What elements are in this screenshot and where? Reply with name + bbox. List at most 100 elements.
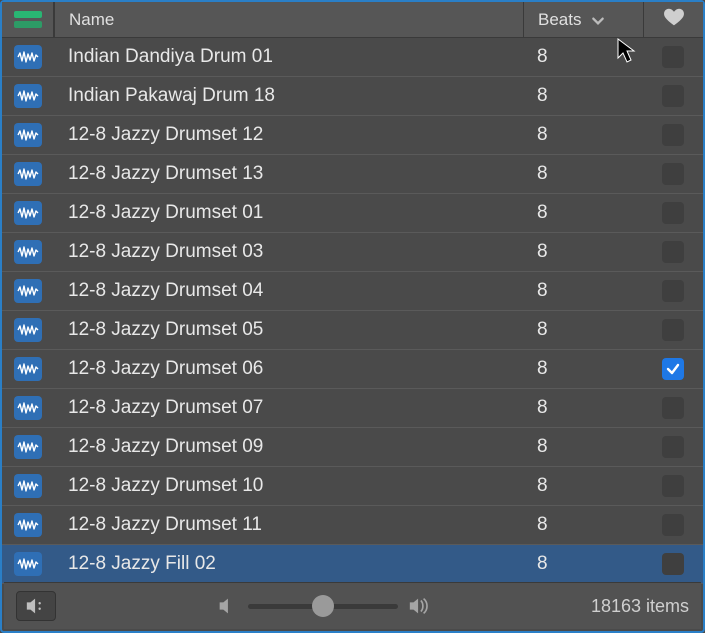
loop-type-cell: [2, 45, 54, 69]
favorite-checkbox[interactable]: [662, 436, 684, 458]
loop-name-label: 12-8 Jazzy Drumset 12: [68, 124, 263, 145]
favorite-cell: [643, 553, 703, 575]
loop-type-cell: [2, 279, 54, 303]
loop-beats-cell: 8: [523, 124, 643, 146]
column-header-name[interactable]: Name: [54, 2, 523, 37]
volume-slider[interactable]: [248, 604, 398, 609]
favorite-cell: [643, 124, 703, 146]
loop-beats-cell: 8: [523, 280, 643, 302]
table-row[interactable]: 12-8 Jazzy Fill 02 8: [2, 545, 703, 584]
table-row[interactable]: 12-8 Jazzy Drumset 038: [2, 233, 703, 272]
loop-beats-cell: 8: [523, 397, 643, 419]
volume-slider-thumb[interactable]: [312, 595, 334, 617]
loop-beats-cell: 8: [523, 436, 643, 458]
view-toggle-icon: [14, 11, 42, 29]
loop-beats-cell: 8: [523, 553, 643, 575]
loop-type-cell: [2, 513, 54, 537]
favorite-checkbox[interactable]: [662, 358, 684, 380]
table-row[interactable]: 12-8 Jazzy Drumset 04 8: [2, 272, 703, 311]
audio-loop-icon: [14, 201, 42, 225]
audio-loop-icon: [14, 240, 42, 264]
loop-name-cell: 12-8 Jazzy Drumset 03: [54, 241, 523, 263]
heart-icon: [663, 6, 685, 33]
favorite-cell: [643, 85, 703, 107]
table-row[interactable]: Indian Pakawaj Drum 18 8: [2, 77, 703, 116]
loop-name-label: Indian Dandiya Drum 01: [68, 46, 273, 67]
loop-type-cell: [2, 162, 54, 186]
favorite-checkbox[interactable]: [662, 85, 684, 107]
favorite-checkbox[interactable]: [662, 241, 684, 263]
table-row[interactable]: 12-8 Jazzy Drumset 13 8: [2, 155, 703, 194]
favorite-checkbox[interactable]: [662, 202, 684, 224]
column-header-favorite[interactable]: [643, 2, 703, 37]
loop-list[interactable]: Indian Dandiya Drum 018Indian Pakawaj Dr…: [2, 38, 703, 584]
table-row[interactable]: Indian Dandiya Drum 01 8: [2, 38, 703, 77]
loop-beats-label: 8: [537, 436, 548, 458]
favorite-checkbox[interactable]: [662, 163, 684, 185]
loop-beats-cell: 8: [523, 202, 643, 224]
loop-beats-label: 8: [537, 163, 548, 185]
loop-beats-label: 8: [537, 358, 548, 380]
footer-bar: 18163 items: [4, 582, 701, 629]
loop-name-label: 12-8 Jazzy Fill 02: [68, 553, 216, 574]
audio-loop-icon: [14, 357, 42, 381]
audio-loop-icon: [14, 552, 42, 576]
loop-beats-cell: 8: [523, 46, 643, 68]
table-row[interactable]: 12-8 Jazzy Drumset 09 8: [2, 428, 703, 467]
loop-name-label: 12-8 Jazzy Drumset 09: [68, 436, 263, 457]
loop-beats-label: 8: [537, 475, 548, 497]
loop-type-cell: [2, 435, 54, 459]
loop-name-cell: 12-8 Jazzy Drumset 10: [54, 475, 523, 497]
loop-beats-label: 8: [537, 46, 548, 68]
favorite-checkbox[interactable]: [662, 124, 684, 146]
loop-type-cell: [2, 474, 54, 498]
favorite-cell: [643, 475, 703, 497]
loop-name-cell: 12-8 Jazzy Drumset 05: [54, 319, 523, 341]
favorite-checkbox[interactable]: [662, 514, 684, 536]
column-header-beats[interactable]: Beats: [523, 2, 643, 37]
loop-name-cell: 12-8 Jazzy Drumset 01: [54, 202, 523, 224]
loop-beats-cell: 8: [523, 319, 643, 341]
table-row[interactable]: 12-8 Jazzy Drumset 10 8: [2, 467, 703, 506]
loop-name-cell: 12-8 Jazzy Drumset 13: [54, 163, 523, 185]
loop-name-cell: 12-8 Jazzy Drumset 09: [54, 436, 523, 458]
loop-name-label: Indian Pakawaj Drum 18: [68, 85, 275, 106]
loop-beats-cell: 8: [523, 163, 643, 185]
loop-beats-label: 8: [537, 280, 548, 302]
loop-name-cell: Indian Pakawaj Drum 18: [54, 85, 523, 107]
loop-name-label: 12-8 Jazzy Drumset 13: [68, 163, 263, 184]
loop-beats-label: 8: [537, 553, 548, 575]
favorite-cell: [643, 280, 703, 302]
table-row[interactable]: 12-8 Jazzy Drumset 018: [2, 194, 703, 233]
loop-name-label: 12-8 Jazzy Drumset 10: [68, 475, 263, 496]
loop-name-cell: Indian Dandiya Drum 01: [54, 46, 523, 68]
audio-loop-icon: [14, 318, 42, 342]
loop-beats-label: 8: [537, 124, 548, 146]
favorite-checkbox[interactable]: [662, 280, 684, 302]
favorite-cell: [643, 436, 703, 458]
table-row[interactable]: 12-8 Jazzy Drumset 058: [2, 311, 703, 350]
loop-type-cell: [2, 357, 54, 381]
table-row[interactable]: 12-8 Jazzy Drumset 078: [2, 389, 703, 428]
loop-name-cell: 12-8 Jazzy Drumset 04: [54, 280, 523, 302]
loop-beats-cell: 8: [523, 85, 643, 107]
favorite-checkbox[interactable]: [662, 475, 684, 497]
favorite-checkbox[interactable]: [662, 397, 684, 419]
favorite-checkbox[interactable]: [662, 553, 684, 575]
column-header-beats-label: Beats: [538, 10, 581, 30]
favorite-checkbox[interactable]: [662, 319, 684, 341]
loop-type-cell: [2, 201, 54, 225]
loop-type-cell: [2, 552, 54, 576]
speaker-high-icon: [408, 597, 430, 615]
table-row[interactable]: 12-8 Jazzy Drumset 068: [2, 350, 703, 389]
view-toggle-button[interactable]: [2, 2, 54, 37]
loop-type-cell: [2, 396, 54, 420]
preview-play-button[interactable]: [16, 591, 56, 621]
loop-beats-cell: 8: [523, 241, 643, 263]
table-row[interactable]: 12-8 Jazzy Drumset 12 8: [2, 116, 703, 155]
favorite-checkbox[interactable]: [662, 46, 684, 68]
table-row[interactable]: 12-8 Jazzy Drumset 118: [2, 506, 703, 545]
audio-loop-icon: [14, 84, 42, 108]
favorite-cell: [643, 319, 703, 341]
audio-loop-icon: [14, 513, 42, 537]
